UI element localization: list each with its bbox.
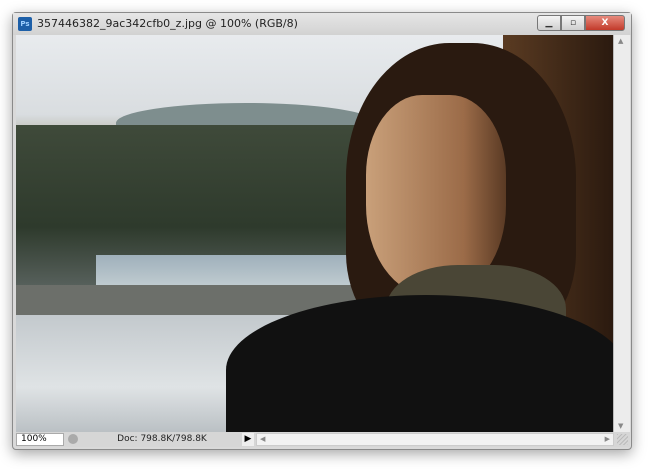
horizontal-scrollbar[interactable]: ◀ ▶ bbox=[256, 433, 614, 446]
zoom-field[interactable]: 100% bbox=[16, 433, 64, 446]
photoshop-icon: Ps bbox=[18, 17, 32, 31]
status-icon[interactable] bbox=[68, 434, 78, 444]
scroll-right-icon[interactable]: ▶ bbox=[605, 435, 610, 443]
minimize-button[interactable]: ▁ bbox=[537, 15, 561, 31]
title-bar[interactable]: Ps 357446382_9ac342cfb0_z.jpg @ 100% (RG… bbox=[13, 13, 631, 35]
resize-grip-icon[interactable] bbox=[617, 434, 628, 445]
doc-size: Doc: 798.8K/798.8K bbox=[117, 434, 207, 444]
vertical-scrollbar[interactable]: ▲ ▼ bbox=[613, 35, 630, 432]
document-window: Ps 357446382_9ac342cfb0_z.jpg @ 100% (RG… bbox=[12, 12, 632, 450]
image-canvas[interactable] bbox=[16, 35, 613, 432]
close-button[interactable]: X bbox=[585, 15, 625, 31]
scroll-down-icon[interactable]: ▼ bbox=[618, 422, 623, 430]
scroll-left-icon[interactable]: ◀ bbox=[260, 435, 265, 443]
maximize-button[interactable]: ▫ bbox=[561, 15, 585, 31]
scroll-up-icon[interactable]: ▲ bbox=[618, 37, 623, 45]
status-menu-arrow[interactable]: ▶ bbox=[242, 433, 254, 446]
status-bar: 100% Doc: 798.8K/798.8K ▶ ◀ ▶ bbox=[16, 432, 630, 447]
window-title: 357446382_9ac342cfb0_z.jpg @ 100% (RGB/8… bbox=[37, 17, 298, 30]
